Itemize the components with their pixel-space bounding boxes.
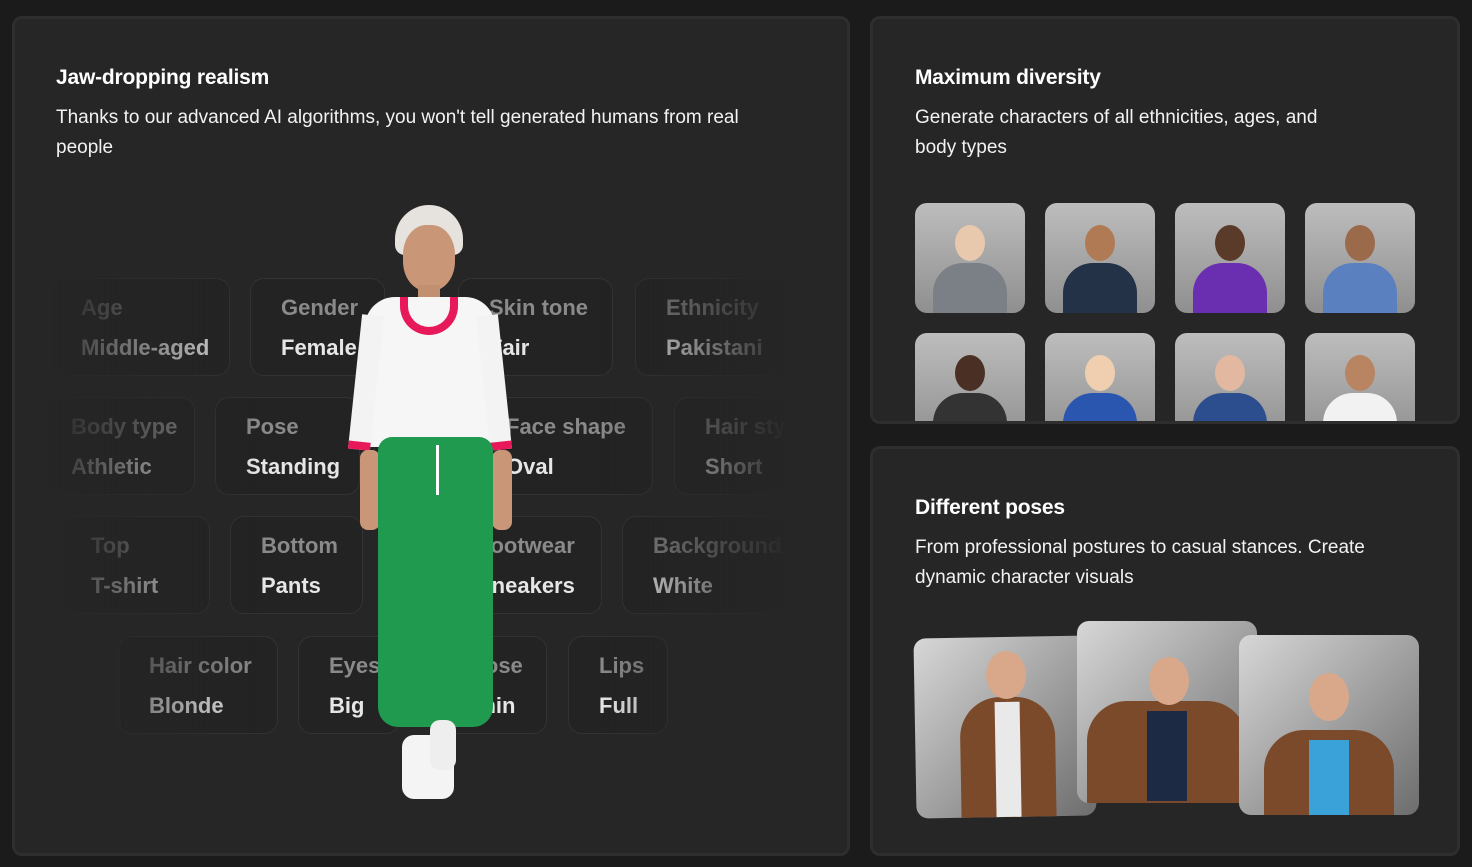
pose-image-standing (913, 635, 1097, 819)
chip-label: Bottom (261, 533, 338, 558)
chip-value: Oval (506, 454, 554, 479)
attribute-chip: Body type Athletic (40, 397, 195, 495)
chip-label: Ethnicity (666, 295, 759, 320)
chip-label: Age (81, 295, 123, 320)
attribute-chip: Background White (622, 516, 800, 614)
chip-label: Hair style (705, 414, 805, 439)
attribute-chip: Lips Full (568, 636, 668, 734)
chip-label: Lips (599, 653, 645, 678)
chip-label: Pose (246, 414, 299, 439)
attribute-chip: Hair style Short (674, 397, 824, 495)
chip-label: Hair color (149, 653, 252, 678)
chip-value: Short (705, 454, 763, 479)
poses-description: From professional postures to casual sta… (915, 537, 1365, 588)
portrait-image (1045, 333, 1155, 421)
portrait-image (1305, 333, 1415, 421)
chip-label: Top (91, 533, 130, 558)
chip-value: Full (599, 693, 639, 718)
attribute-chip: Age Middle-aged (50, 278, 230, 376)
chip-value: Blonde (149, 693, 224, 718)
portrait-image (1045, 203, 1155, 313)
chip-label: Background (653, 533, 782, 558)
chip-value: T-shirt (91, 573, 159, 598)
portrait-image (915, 203, 1025, 313)
portrait-image (1305, 203, 1415, 313)
chip-value: Pants (261, 573, 321, 598)
chip-label: Body type (71, 414, 178, 439)
portrait-image (915, 333, 1025, 421)
diversity-description: Generate characters of all ethnicities, … (915, 107, 1318, 158)
chip-value: Pakistani (666, 335, 763, 360)
poses-card: Different poses From professional postur… (870, 446, 1460, 856)
chip-label: Face shape (506, 414, 626, 439)
pose-image-arms-raised (1239, 635, 1419, 815)
chip-value: White (653, 573, 713, 598)
poses-title: Different poses (915, 496, 1065, 519)
attribute-chip: Top T-shirt (60, 516, 210, 614)
generated-woman-image (348, 205, 520, 805)
portrait-image (1175, 203, 1285, 313)
diversity-title: Maximum diversity (915, 66, 1101, 89)
chip-value: Middle-aged (81, 335, 210, 360)
chip-value: Standing (246, 454, 341, 479)
diversity-card: Maximum diversity Generate characters of… (870, 16, 1460, 424)
pose-image-hand-on-head (1077, 621, 1257, 803)
attribute-chip: Pose Standing (215, 397, 360, 495)
portrait-image (1175, 333, 1285, 421)
attribute-chip: Hair color Blonde (118, 636, 278, 734)
attribute-chip: Bottom Pants (230, 516, 363, 614)
chip-value: Athletic (71, 454, 152, 479)
attribute-chip: Ethnicity Pakistani (635, 278, 790, 376)
